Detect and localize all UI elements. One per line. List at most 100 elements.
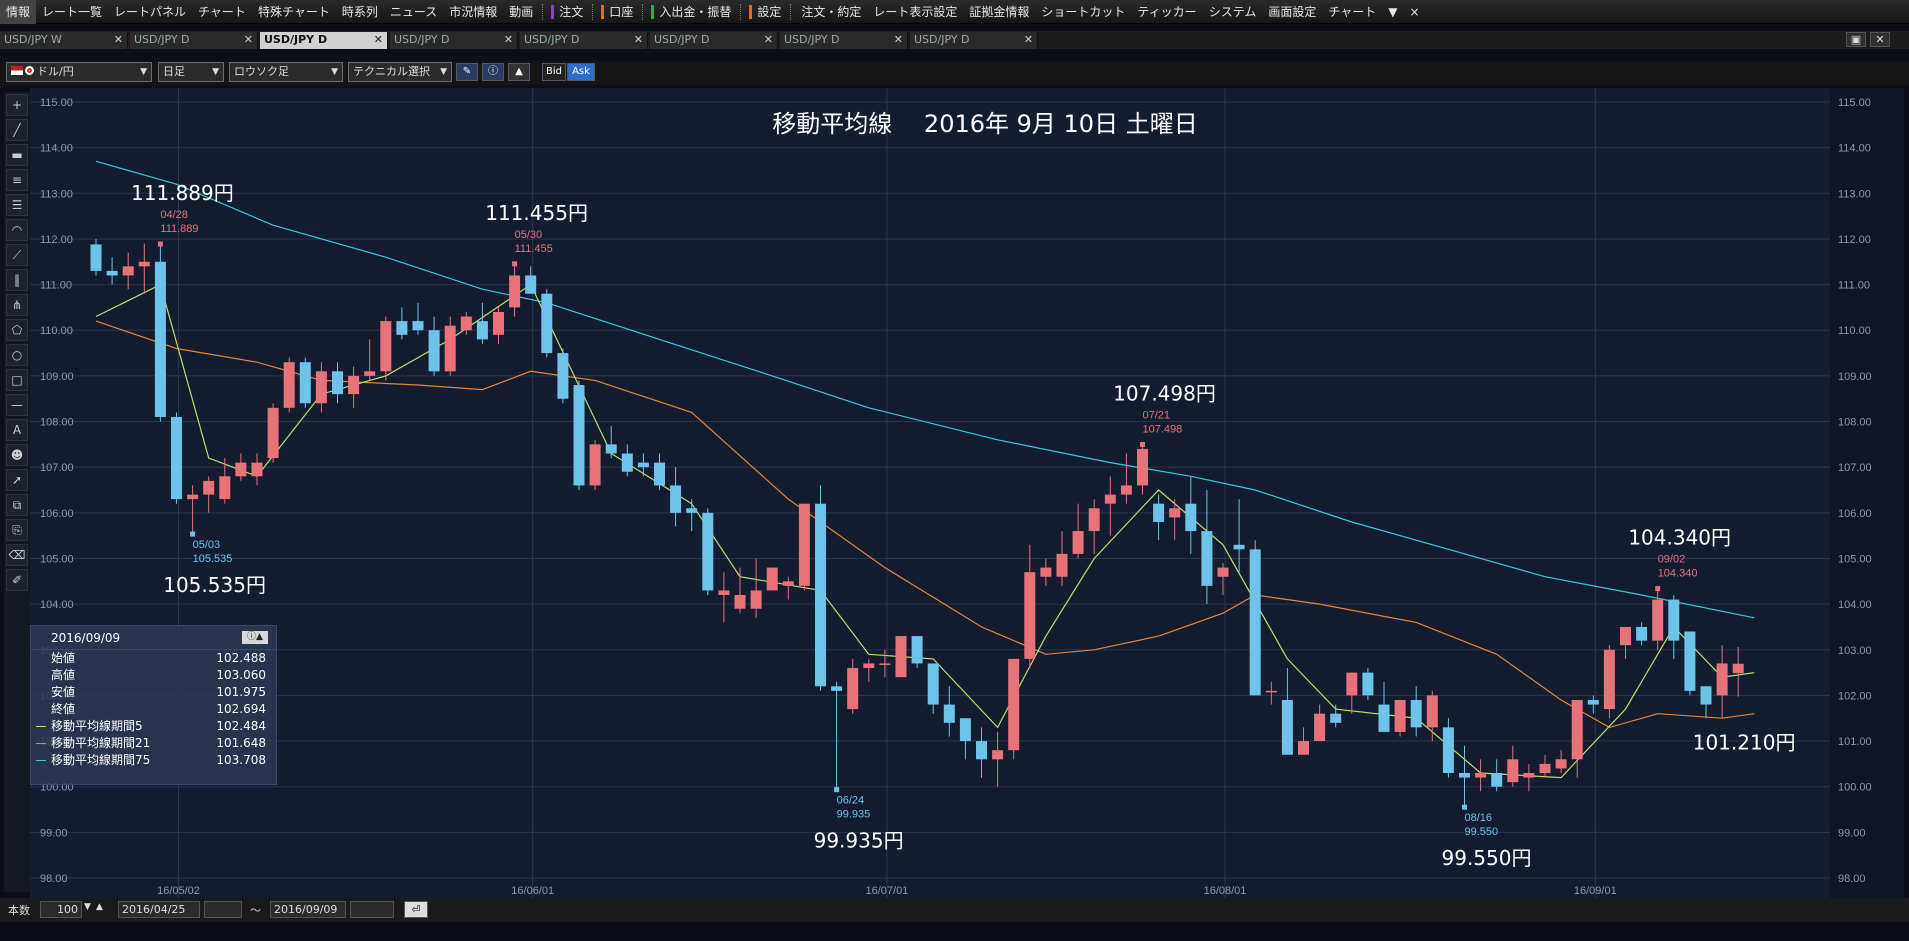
menu-item[interactable]: 注文・約定 xyxy=(795,0,867,24)
bar-count-input[interactable]: 100 xyxy=(40,901,82,918)
candle-body xyxy=(1523,773,1535,778)
circle-icon[interactable]: ○ xyxy=(6,344,28,366)
menu-item[interactable]: レート表示設定 xyxy=(867,0,963,24)
crosshair-icon[interactable]: + xyxy=(6,94,28,116)
trendline-icon[interactable]: ╱ xyxy=(6,119,28,141)
paste-icon[interactable]: ⎘ xyxy=(6,519,28,541)
tab-close-icon[interactable]: ✕ xyxy=(114,32,123,48)
x-tick-label: 16/08/01 xyxy=(1204,885,1247,897)
menu-separator xyxy=(740,3,742,20)
menu-item[interactable]: ニュース xyxy=(384,0,443,24)
rectangle-icon[interactable]: □ xyxy=(6,369,28,391)
area-chart-icon[interactable]: ▲ xyxy=(508,63,530,81)
time-to-input[interactable] xyxy=(350,901,394,918)
bid-button[interactable]: Bid xyxy=(542,63,566,81)
menu-separator xyxy=(642,3,644,20)
ask-button[interactable]: Ask xyxy=(567,63,595,81)
y-tick-label-right: 107.00 xyxy=(1838,462,1872,474)
menu-item[interactable]: レートパネル xyxy=(108,0,192,24)
menu-item[interactable]: チャート xyxy=(192,0,252,24)
y-tick-label-left: 99.00 xyxy=(40,827,68,839)
vertical-lines-icon[interactable]: ‖ xyxy=(6,269,28,291)
candle-body xyxy=(106,270,118,276)
ruler-icon[interactable]: ▬ xyxy=(6,144,28,166)
menu-item-marked[interactable]: 注文 xyxy=(547,0,589,24)
info-collapse-icon[interactable]: ⓘ▲ xyxy=(242,631,268,644)
extreme-marker xyxy=(1462,804,1467,810)
menu-item[interactable]: 時系列 xyxy=(336,0,384,24)
candle-body xyxy=(1394,699,1406,732)
tab-close-icon[interactable]: ✕ xyxy=(244,32,253,48)
menu-item-marked[interactable]: 入出金・振替 xyxy=(647,0,737,24)
chart-type-select[interactable]: ロウソク足 ▼ xyxy=(229,62,343,82)
line-icon[interactable]: — xyxy=(6,394,28,416)
menu-item[interactable]: 証拠金情報 xyxy=(963,0,1035,24)
panel-row-label: 安値 xyxy=(51,685,76,699)
menu-item[interactable]: ティッカー xyxy=(1131,0,1202,24)
tab-chart[interactable]: USD/JPY D ✕ xyxy=(130,32,258,49)
menu-item[interactable]: 画面設定 xyxy=(1262,0,1322,24)
pointer-icon[interactable]: ➚ xyxy=(6,469,28,491)
return-icon[interactable]: ⏎ xyxy=(404,901,428,918)
chart-title: 移動平均線 2016年 9月 10日 土曜日 xyxy=(772,110,1197,138)
technical-select[interactable]: テクニカル選択 ▼ xyxy=(348,62,452,82)
drawing-tools-panel: + ╱ ▬ ≡ ☰ ◠ ⟋ ‖ ⋔ ⬠ ○ □ — A ☻ ➚ ⧉ ⎘ ⌫ ✐ xyxy=(4,92,30,892)
tab-chart[interactable]: USD/JPY D ✕ xyxy=(910,32,1038,49)
menu-close-icon[interactable]: × xyxy=(1403,0,1425,24)
close-window-icon[interactable]: ✕ xyxy=(1870,32,1890,47)
pitchfork-icon[interactable]: ⋔ xyxy=(6,294,28,316)
info-icon[interactable]: ⓘ xyxy=(482,63,504,81)
extreme-marker xyxy=(157,241,163,247)
y-tick-label-left: 112.00 xyxy=(40,234,73,246)
tab-chart[interactable]: USD/JPY D ✕ xyxy=(780,32,908,49)
count-down-icon[interactable]: ▼ xyxy=(84,902,91,912)
menu-item[interactable]: レート一覧 xyxy=(36,0,108,24)
tab-chart[interactable]: USD/JPY D ✕ xyxy=(520,32,648,49)
y-tick-label-right: 100.00 xyxy=(1838,782,1872,794)
tab-close-icon[interactable]: ✕ xyxy=(764,32,773,48)
tab-close-icon[interactable]: ✕ xyxy=(374,32,383,48)
extreme-value-label: 107.498 xyxy=(1143,423,1183,435)
currency-pair-select[interactable]: ドル/円 ▼ xyxy=(6,62,152,82)
menu-item[interactable]: チャート xyxy=(1322,0,1382,24)
tab-chart[interactable]: USD/JPY D ✕ xyxy=(650,32,778,49)
draw-pen-icon[interactable]: ✎ xyxy=(456,63,478,81)
eraser-icon[interactable]: ⌫ xyxy=(6,544,28,566)
restore-window-icon[interactable]: ▣ xyxy=(1846,32,1866,47)
y-tick-label-left: 98.00 xyxy=(40,873,68,885)
menu-item[interactable]: ショートカット xyxy=(1035,0,1131,24)
tab-close-icon[interactable]: ✕ xyxy=(894,32,903,48)
fan-lines-icon[interactable]: ⟋ xyxy=(6,244,28,266)
icon-stamp-icon[interactable]: ☻ xyxy=(6,444,28,466)
copy-icon[interactable]: ⧉ xyxy=(6,494,28,516)
menu-item[interactable]: 情報 xyxy=(0,0,37,24)
time-from-input[interactable] xyxy=(204,901,242,918)
price-chart[interactable]: 115.00 115.00 114.00 114.00 113.00 113.00 112.… xyxy=(30,88,1904,898)
menu-item-marked[interactable]: 設定 xyxy=(745,0,787,24)
menu-item-marked[interactable]: 口座 xyxy=(597,0,639,24)
pentagon-icon[interactable]: ⬠ xyxy=(6,319,28,341)
tab-chart[interactable]: USD/JPY D ✕ xyxy=(260,32,388,49)
fibonacci-arc-icon[interactable]: ◠ xyxy=(6,219,28,241)
menu-item[interactable]: 市況情報 xyxy=(443,0,503,24)
horizontal-line-icon[interactable]: ≡ xyxy=(6,169,28,191)
tab-chart[interactable]: USD/JPY D ✕ xyxy=(390,32,518,49)
tab-close-icon[interactable]: ✕ xyxy=(634,32,643,48)
candle-body xyxy=(1410,699,1422,728)
parallel-lines-icon[interactable]: ☰ xyxy=(6,194,28,216)
tab-close-icon[interactable]: ✕ xyxy=(1024,32,1033,48)
menu-separator xyxy=(592,3,594,20)
count-up-icon[interactable]: ▲ xyxy=(96,902,103,912)
timeframe-select[interactable]: 日足 ▼ xyxy=(158,62,224,82)
tab-chart[interactable]: USD/JPY W ✕ xyxy=(0,32,128,49)
text-tool-icon[interactable]: A xyxy=(6,419,28,441)
menu-item[interactable]: 動画 xyxy=(503,0,539,24)
eraser-all-icon[interactable]: ✐ xyxy=(6,569,28,591)
panel-row-label: 移動平均線期間5 xyxy=(51,719,143,733)
tab-close-icon[interactable]: ✕ xyxy=(504,32,513,48)
menu-item[interactable]: 特殊チャート xyxy=(252,0,336,24)
menu-more-icon[interactable]: ▼ xyxy=(1382,0,1403,24)
date-from-input[interactable]: 2016/04/25 xyxy=(118,901,200,918)
date-to-input[interactable]: 2016/09/09 xyxy=(270,901,346,918)
menu-item[interactable]: システム xyxy=(1203,0,1263,24)
